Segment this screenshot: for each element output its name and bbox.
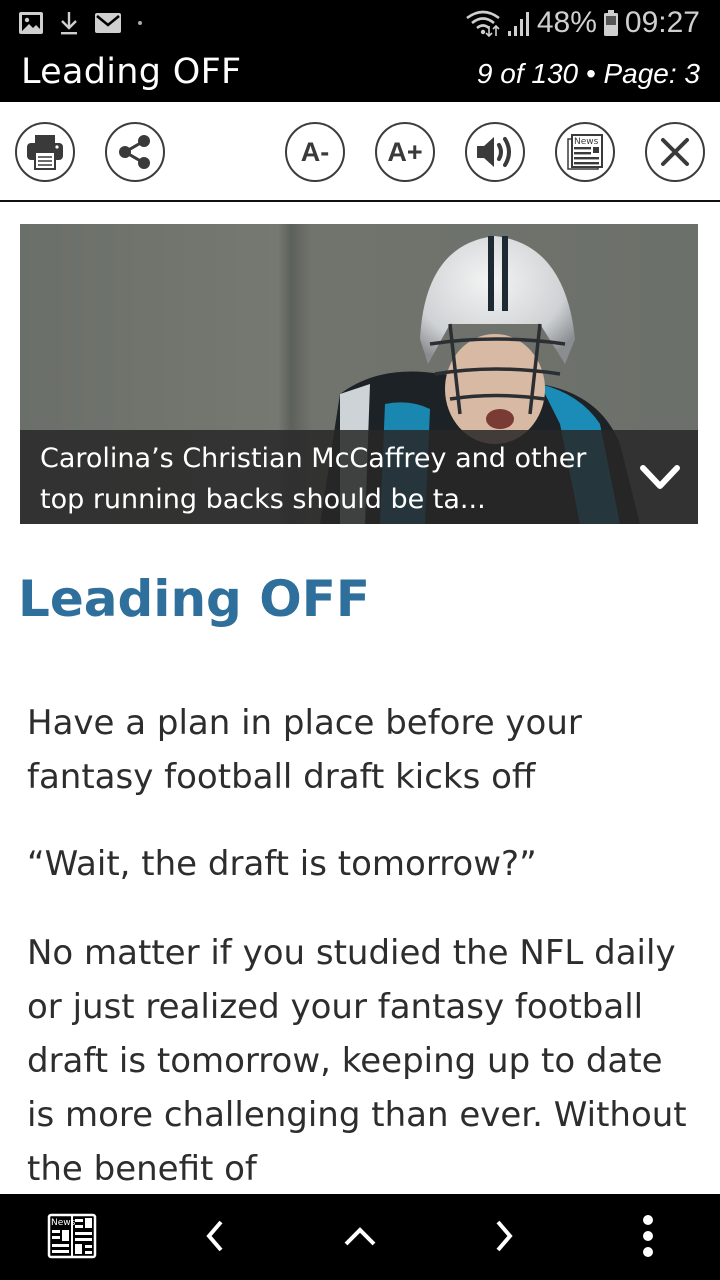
- wifi-icon: [466, 10, 500, 37]
- decrease-font-button[interactable]: A-: [285, 122, 345, 182]
- next-article-button[interactable]: [474, 1206, 534, 1266]
- chevron-down-icon[interactable]: [638, 458, 682, 498]
- battery-icon: [603, 10, 618, 36]
- signal-icon: [507, 12, 529, 36]
- system-status: 48% 09:27: [465, 6, 700, 40]
- print-button[interactable]: [15, 122, 75, 182]
- chevron-left-icon: [206, 1220, 223, 1252]
- hero-image[interactable]: Carolina’s Christian McCaffrey and other…: [20, 224, 698, 524]
- caption-text: Carolina’s Christian McCaffrey and other…: [40, 443, 587, 515]
- clock: 09:27: [624, 6, 700, 39]
- pages-view-button[interactable]: News: [42, 1206, 102, 1266]
- newspaper-pages-icon: News: [47, 1213, 97, 1259]
- increase-font-label: A+: [387, 136, 423, 167]
- read-aloud-button[interactable]: [465, 122, 525, 182]
- close-icon: [661, 138, 689, 166]
- pages-icon-label: News: [51, 1218, 76, 1228]
- newspaper-icon: News: [567, 134, 603, 170]
- share-button[interactable]: [105, 122, 165, 182]
- close-button[interactable]: [645, 122, 705, 182]
- image-caption[interactable]: Carolina’s Christian McCaffrey and other…: [20, 430, 698, 524]
- title-bar: Leading OFF 9 of 130 • Page: 3: [0, 48, 720, 102]
- newspaper-view-button[interactable]: News: [555, 122, 615, 182]
- share-icon: [119, 135, 150, 169]
- email-icon: [95, 13, 121, 33]
- previous-article-button[interactable]: [185, 1206, 245, 1266]
- decrease-font-label: A-: [300, 136, 330, 167]
- dot-icon: [138, 21, 142, 25]
- scroll-up-button[interactable]: [330, 1206, 390, 1266]
- page-info: 9 of 130 • Page: 3: [476, 58, 700, 89]
- more-options-button[interactable]: [618, 1206, 678, 1266]
- notification-icons: [18, 10, 144, 36]
- download-icon: [61, 12, 77, 35]
- battery-percent: 48%: [536, 6, 597, 39]
- chevron-right-icon: [496, 1220, 513, 1252]
- status-bar: 48% 09:27: [0, 0, 720, 48]
- newspaper-icon-label: News: [574, 137, 599, 147]
- increase-font-button[interactable]: A+: [375, 122, 435, 182]
- article-subtitle: Have a plan in place before your fantasy…: [27, 703, 582, 797]
- chevron-up-icon: [344, 1227, 376, 1246]
- app-title: Leading OFF: [21, 52, 242, 92]
- printer-icon: [27, 135, 63, 170]
- article-paragraph: “Wait, the draft is tomorrow?”: [27, 844, 537, 884]
- article-paragraph: No matter if you studied the NFL daily o…: [27, 933, 687, 1189]
- speaker-icon: [477, 137, 511, 167]
- image-icon: [19, 12, 43, 34]
- article-title: Leading OFF: [18, 570, 371, 628]
- more-vertical-icon: [643, 1215, 653, 1257]
- bottom-navigation-bar: News: [0, 1194, 720, 1280]
- article-toolbar: A- A+ News: [0, 102, 720, 202]
